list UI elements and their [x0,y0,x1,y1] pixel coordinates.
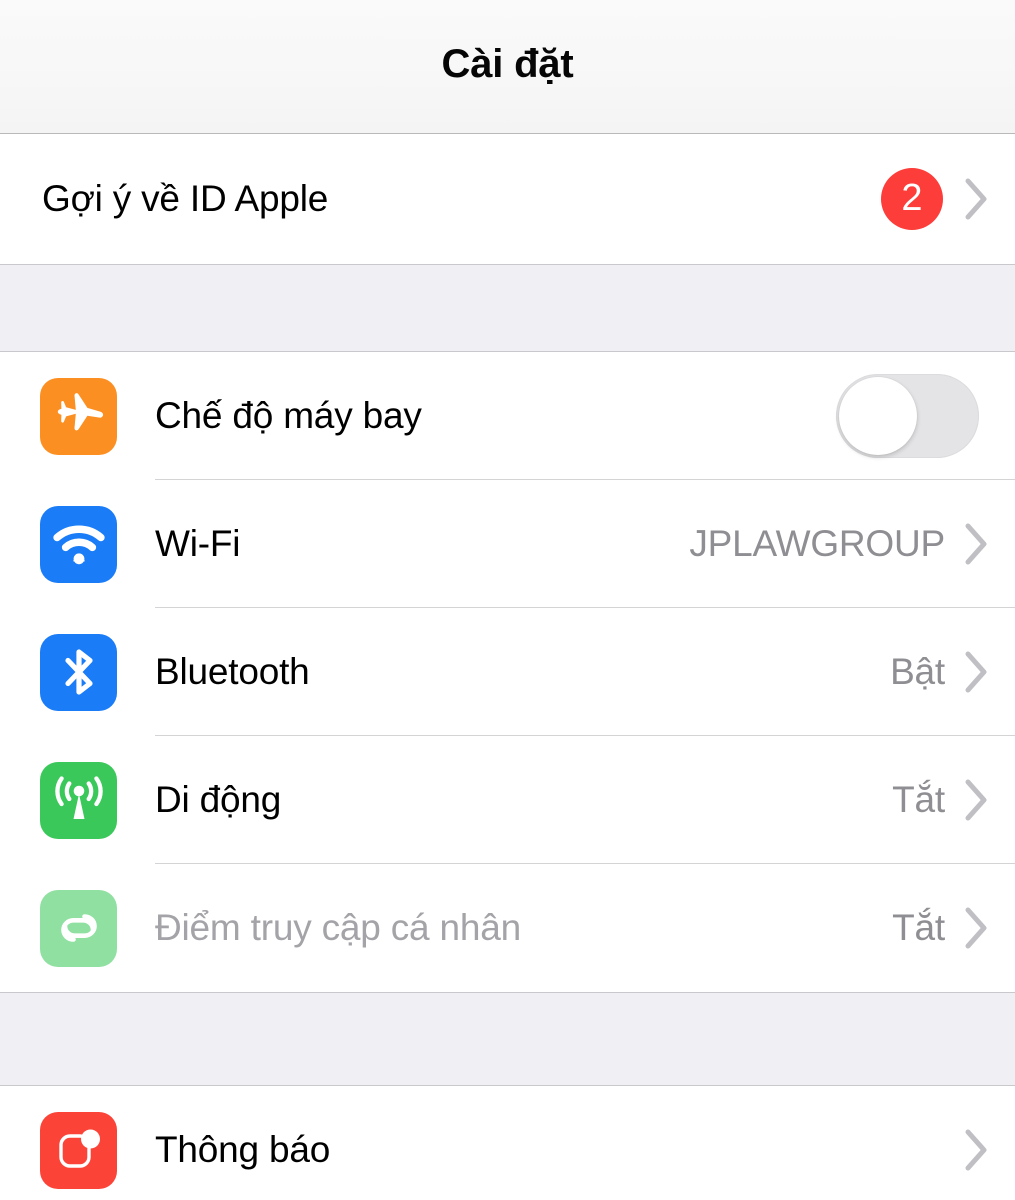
list-item-notifications[interactable]: Thông báo [0,1086,1015,1200]
cellular-antenna-icon [40,761,117,839]
chevron-right-icon [965,651,989,693]
cellular-value: Tắt [892,779,945,820]
bluetooth-label: Bluetooth [155,651,310,692]
section-divider-2 [0,992,1015,1086]
cellular-label: Di động [155,779,282,820]
chevron-right-icon [965,178,989,220]
notifications-icon [40,1111,117,1189]
list-item-bluetooth[interactable]: Bluetooth Bật [0,608,1015,736]
list-item-cellular[interactable]: Di động Tắt [0,736,1015,864]
bluetooth-icon [40,633,117,711]
personal-hotspot-value: Tắt [892,907,945,948]
chevron-right-icon [965,907,989,949]
hotspot-link-icon [40,889,117,967]
wifi-value: JPLAWGROUP [689,523,945,564]
list-item-personal-hotspot[interactable]: Điểm truy cập cá nhân Tắt [0,864,1015,992]
notifications-section: Thông báo [0,1086,1015,1200]
apple-id-suggestions-label: Gợi ý về ID Apple [42,178,329,219]
page-title: Cài đặt [441,42,574,86]
settings-screen: Cài đặt Gợi ý về ID Apple 2 Chế độ máy b… [0,0,1015,1200]
wifi-label: Wi-Fi [155,523,241,564]
list-item-wifi[interactable]: Wi-Fi JPLAWGROUP [0,480,1015,608]
section-divider-1 [0,264,1015,352]
chevron-right-icon [965,523,989,565]
list-item-apple-id-suggestions[interactable]: Gợi ý về ID Apple 2 [0,134,1015,264]
apple-id-section: Gợi ý về ID Apple 2 [0,134,1015,264]
airplane-icon [40,377,117,455]
toggle-knob [839,377,917,455]
navigation-bar: Cài đặt [0,0,1015,136]
notifications-label: Thông báo [155,1129,331,1170]
airplane-mode-toggle[interactable] [836,374,979,458]
bluetooth-value: Bật [890,651,945,692]
chevron-right-icon [965,1129,989,1171]
chevron-right-icon [965,779,989,821]
wifi-icon [40,505,117,583]
airplane-mode-label: Chế độ máy bay [155,395,422,436]
status-badge: 2 [881,168,943,230]
list-item-airplane-mode[interactable]: Chế độ máy bay [0,352,1015,480]
personal-hotspot-label: Điểm truy cập cá nhân [155,907,521,948]
connectivity-section: Chế độ máy bay Wi-Fi JPLAWGROUP Bluetoot… [0,352,1015,992]
